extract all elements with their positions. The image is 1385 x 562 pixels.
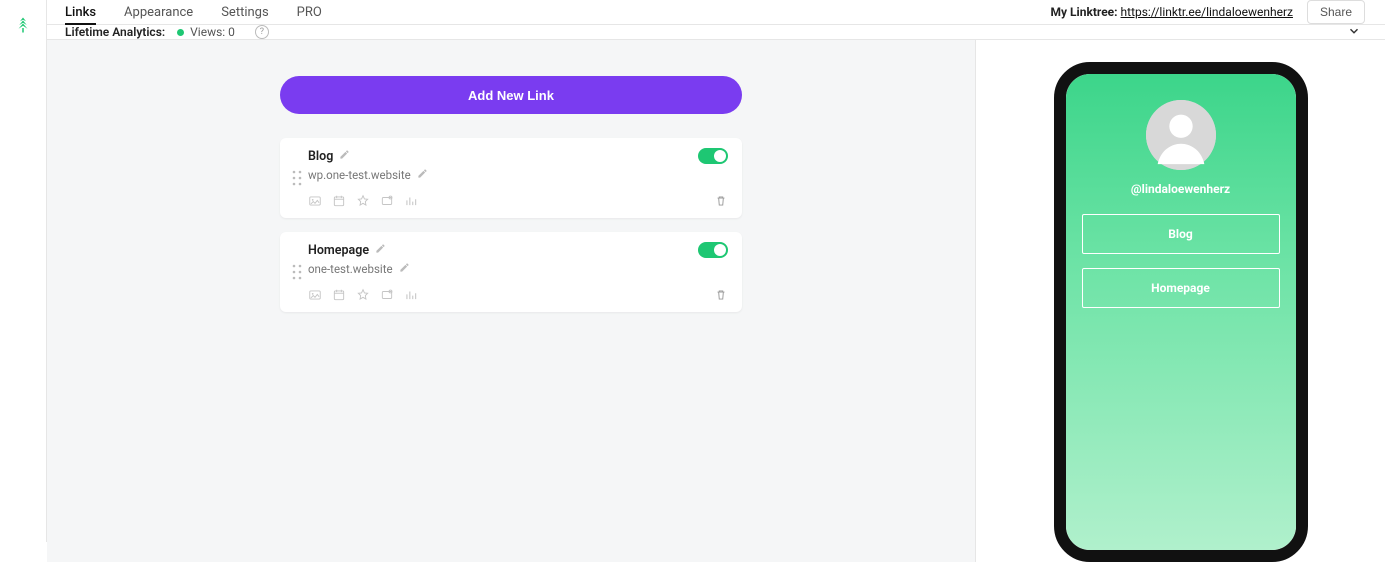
edit-url-icon[interactable] xyxy=(399,262,410,276)
drag-handle-icon[interactable] xyxy=(286,242,308,302)
phone-preview: @lindaloewenherz Blog Homepage xyxy=(1054,62,1308,562)
analytics-icon[interactable] xyxy=(404,194,418,208)
tab-links[interactable]: Links xyxy=(65,0,96,24)
calendar-icon[interactable] xyxy=(332,194,346,208)
calendar-icon[interactable] xyxy=(332,288,346,302)
my-linktree-label: My Linktree: xyxy=(1051,5,1118,19)
star-icon[interactable] xyxy=(356,288,370,302)
views-count: Views: 0 xyxy=(190,25,235,39)
analytics-label: Lifetime Analytics: xyxy=(65,25,165,39)
analytics-icon[interactable] xyxy=(404,288,418,302)
link-card: Blog wp.one-test.website xyxy=(280,138,742,218)
chevron-down-icon[interactable] xyxy=(1347,24,1361,41)
highlight-icon[interactable] xyxy=(380,288,394,302)
linktree-logo-icon[interactable] xyxy=(14,14,32,40)
share-button[interactable]: Share xyxy=(1307,0,1365,24)
preview-link-item: Blog xyxy=(1082,214,1280,254)
preview-link-item: Homepage xyxy=(1082,268,1280,308)
drag-handle-icon[interactable] xyxy=(286,148,308,208)
tab-pro[interactable]: PRO xyxy=(297,0,322,24)
link-enabled-toggle[interactable] xyxy=(698,242,728,258)
link-url: wp.one-test.website xyxy=(308,168,411,182)
highlight-icon[interactable] xyxy=(380,194,394,208)
edit-title-icon[interactable] xyxy=(339,149,350,164)
edit-url-icon[interactable] xyxy=(417,168,428,182)
help-icon[interactable]: ? xyxy=(255,25,269,39)
my-linktree-url-link[interactable]: https://linktr.ee/lindaloewenherz xyxy=(1121,5,1293,19)
delete-icon[interactable] xyxy=(714,288,728,302)
thumbnail-icon[interactable] xyxy=(308,288,322,302)
avatar-icon xyxy=(1146,100,1216,170)
link-title: Homepage xyxy=(308,243,369,258)
link-url: one-test.website xyxy=(308,262,393,276)
star-icon[interactable] xyxy=(356,194,370,208)
edit-title-icon[interactable] xyxy=(375,243,386,258)
status-dot-icon xyxy=(177,29,184,36)
link-title: Blog xyxy=(308,149,333,164)
tab-settings[interactable]: Settings xyxy=(221,0,268,24)
delete-icon[interactable] xyxy=(714,194,728,208)
tab-appearance[interactable]: Appearance xyxy=(124,0,193,24)
add-new-link-button[interactable]: Add New Link xyxy=(280,76,742,114)
link-enabled-toggle[interactable] xyxy=(698,148,728,164)
thumbnail-icon[interactable] xyxy=(308,194,322,208)
profile-handle: @lindaloewenherz xyxy=(1131,182,1230,196)
link-card: Homepage one-test.website xyxy=(280,232,742,312)
